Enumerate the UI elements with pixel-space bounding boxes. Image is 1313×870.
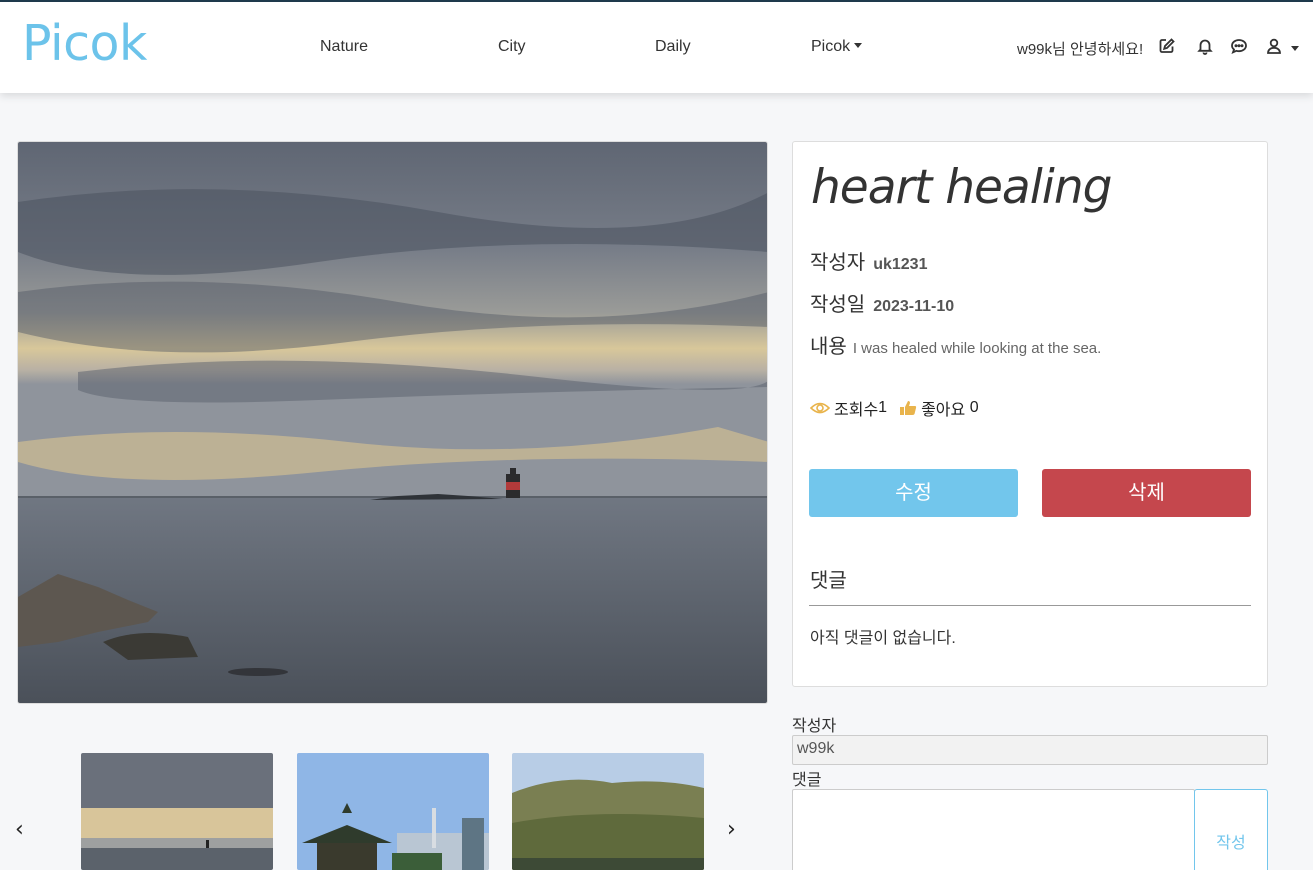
date-label: 작성일 <box>810 294 866 316</box>
chevron-down-icon <box>854 43 863 48</box>
navbar: Picok Nature City Daily Picok w99k님 안녕하세… <box>0 2 1313 93</box>
chevron-left-icon[interactable]: ‹ <box>15 817 24 842</box>
views-count: 1 <box>878 399 888 416</box>
nav-picok-dropdown[interactable]: Picok <box>811 38 863 56</box>
post-stats: 조회수 1 좋아요 0 <box>810 396 979 420</box>
content-value: I was healed while looking at the sea. <box>852 340 1102 357</box>
edit-icon[interactable] <box>1158 37 1176 55</box>
views-label: 조회수 <box>834 402 879 419</box>
bell-icon[interactable] <box>1196 37 1214 55</box>
edit-button[interactable]: 수정 <box>809 469 1018 517</box>
likes-label: 좋아요 <box>921 402 966 419</box>
nav-daily[interactable]: Daily <box>655 38 691 56</box>
no-comments-message: 아직 댓글이 없습니다. <box>810 630 956 647</box>
divider <box>809 605 1251 606</box>
content-label: 내용 <box>810 336 847 358</box>
likes-count: 0 <box>969 399 979 416</box>
post-detail-card: heart healing 작성자 uk1231 작성일 2023-11-10 내용… <box>792 141 1268 687</box>
date-value: 2023-11-10 <box>873 298 955 315</box>
thumbs-up-icon[interactable] <box>899 400 917 416</box>
delete-button[interactable]: 삭제 <box>1042 469 1251 517</box>
user-icon[interactable] <box>1265 37 1283 55</box>
comments-heading: 댓글 <box>810 570 847 592</box>
nav-city[interactable]: City <box>498 38 526 56</box>
comment-author-label: 작성자 <box>792 718 837 735</box>
chat-icon[interactable] <box>1230 37 1248 55</box>
post-photo <box>17 141 768 704</box>
nav-nature[interactable]: Nature <box>320 38 368 56</box>
chevron-right-icon[interactable]: › <box>727 817 736 842</box>
nav-picok-label: Picok <box>811 38 851 55</box>
user-menu-chevron-icon[interactable] <box>1291 46 1299 51</box>
thumbnail-sunset-sea[interactable] <box>81 753 273 870</box>
comment-label: 댓글 <box>792 772 822 789</box>
eye-icon <box>810 402 830 414</box>
content-row: 내용 I was healed while looking at the sea. <box>810 330 1101 359</box>
author-label: 작성자 <box>810 252 866 274</box>
post-title: heart healing <box>811 160 1112 215</box>
logo[interactable]: Picok <box>22 15 147 72</box>
comment-author-field: w99k <box>792 735 1268 765</box>
date-row: 작성일 2023-11-10 <box>810 288 954 317</box>
author-row: 작성자 uk1231 <box>810 246 927 275</box>
thumbnail-pagoda-city[interactable] <box>297 753 489 870</box>
comment-textarea[interactable] <box>792 789 1195 870</box>
author-value: uk1231 <box>873 256 928 273</box>
greeting: w99k님 안녕하세요! <box>1017 41 1144 58</box>
submit-comment-button[interactable]: 작성 <box>1194 789 1268 870</box>
thumbnail-forest-lake[interactable] <box>512 753 704 870</box>
